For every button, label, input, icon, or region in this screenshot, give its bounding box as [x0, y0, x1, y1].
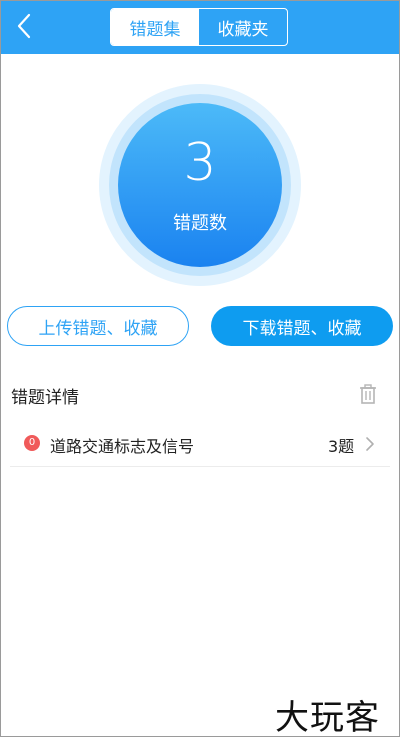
- wrong-count-label: 错题数: [173, 213, 227, 234]
- delete-button[interactable]: [357, 383, 379, 405]
- chevron-right-icon: [366, 437, 374, 451]
- details-title: 错题详情: [11, 388, 79, 408]
- tab-wrong-questions[interactable]: 错题集: [111, 9, 199, 45]
- item-label: 道路交通标志及信号: [50, 437, 195, 456]
- tab-favorites[interactable]: 收藏夹: [199, 9, 287, 45]
- trash-icon: [360, 384, 376, 404]
- item-badge: 0: [24, 435, 40, 451]
- back-button[interactable]: [6, 8, 42, 44]
- wrong-count-value: 3: [183, 133, 217, 193]
- top-bar: 错题集 收藏夹: [0, 0, 400, 54]
- upload-button[interactable]: 上传错题、收藏: [7, 306, 189, 346]
- download-button[interactable]: 下载错题、收藏: [211, 306, 393, 346]
- chevron-left-icon: [17, 13, 31, 39]
- tab-switcher: 错题集 收藏夹: [110, 8, 288, 46]
- list-item[interactable]: 0 道路交通标志及信号 3题: [10, 421, 390, 467]
- wrong-count-circle: 3 错题数: [99, 84, 301, 286]
- inner-circle: 3 错题数: [118, 103, 282, 267]
- watermark-logo: 大玩客: [275, 698, 380, 738]
- item-count: 3题: [328, 437, 355, 456]
